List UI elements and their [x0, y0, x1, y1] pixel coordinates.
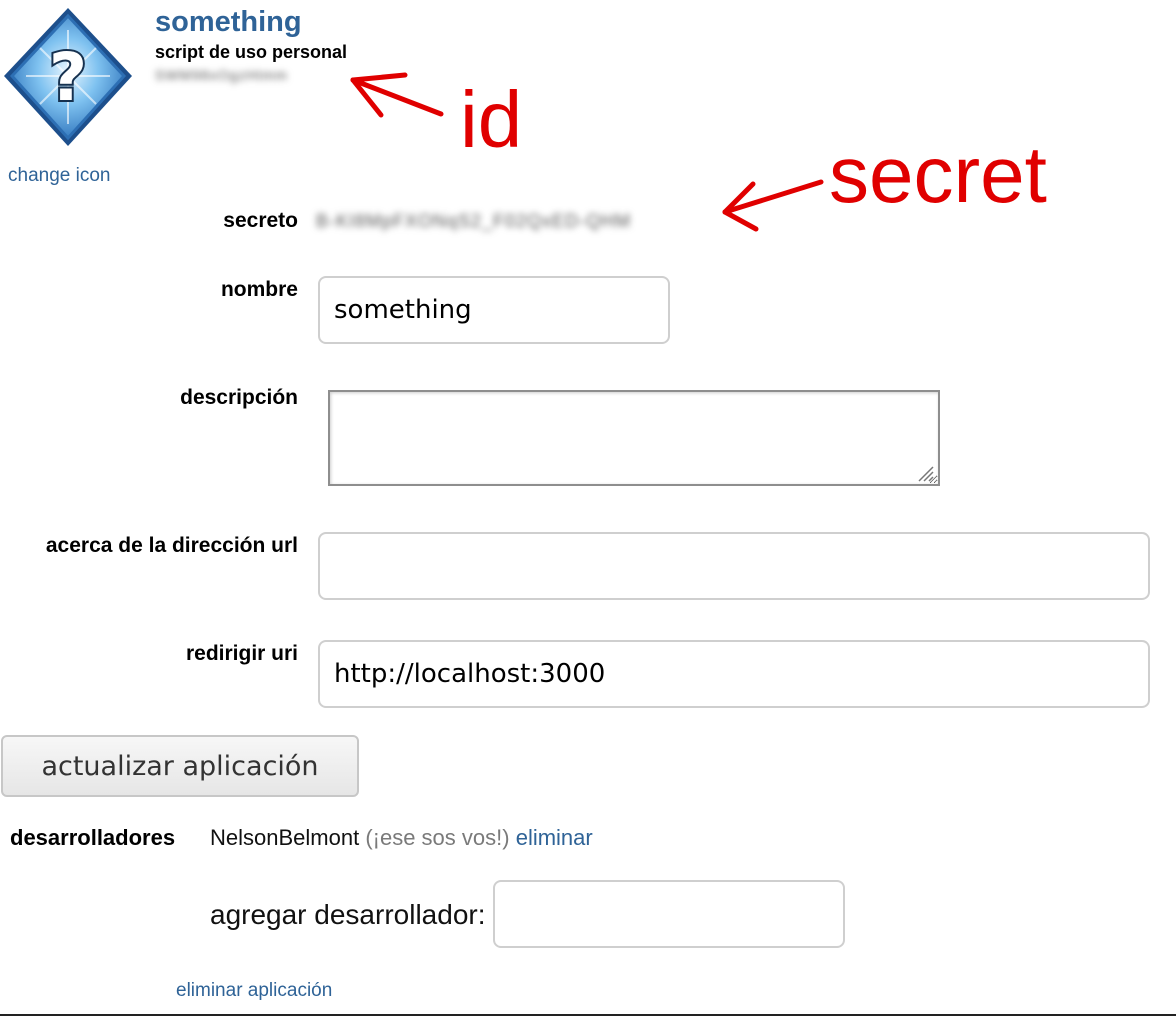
developers-label: desarrolladores [10, 825, 176, 850]
app-title: something [155, 6, 302, 38]
developer-row: NelsonBelmont (¡ese sos vos!) eliminar [210, 824, 593, 852]
svg-text:?: ? [49, 39, 87, 116]
about-url-label: acerca de la dirección url [45, 534, 298, 557]
add-developer-input[interactable] [493, 880, 845, 948]
secret-arrow-icon [722, 179, 824, 232]
change-icon-link[interactable]: change icon [8, 164, 110, 188]
name-input[interactable] [318, 276, 670, 344]
secret-value: B-KI8MpFXONqS2_F02QxED-QHM [316, 211, 632, 231]
app-id: SWM98xOgzHtmm [155, 67, 288, 83]
resize-grip-icon[interactable] [914, 462, 934, 482]
annotation-id-label: id [460, 75, 523, 164]
delete-application-link[interactable]: eliminar aplicación [176, 979, 332, 1003]
bottom-divider [0, 1014, 1176, 1016]
name-label: nombre [220, 278, 298, 301]
developer-self-note: (¡ese sos vos!) [365, 825, 510, 850]
redirect-uri-input[interactable] [318, 640, 1150, 708]
add-developer-label: agregar desarrollador: [210, 899, 486, 930]
remove-developer-link[interactable]: eliminar [516, 825, 593, 850]
developer-name: NelsonBelmont [210, 825, 360, 850]
description-textarea[interactable] [328, 390, 940, 486]
annotation-secret-label: secret [829, 130, 1047, 219]
app-subtitle: script de uso personal [155, 42, 348, 62]
id-arrow-icon [350, 72, 444, 118]
app-question-icon: ? [0, 4, 136, 150]
update-application-button[interactable]: actualizar aplicación [1, 735, 359, 797]
secret-label: secreto [223, 209, 298, 232]
redirect-uri-label: redirigir uri [185, 642, 298, 665]
description-label: descripción [180, 386, 298, 409]
about-url-input[interactable] [318, 532, 1150, 600]
